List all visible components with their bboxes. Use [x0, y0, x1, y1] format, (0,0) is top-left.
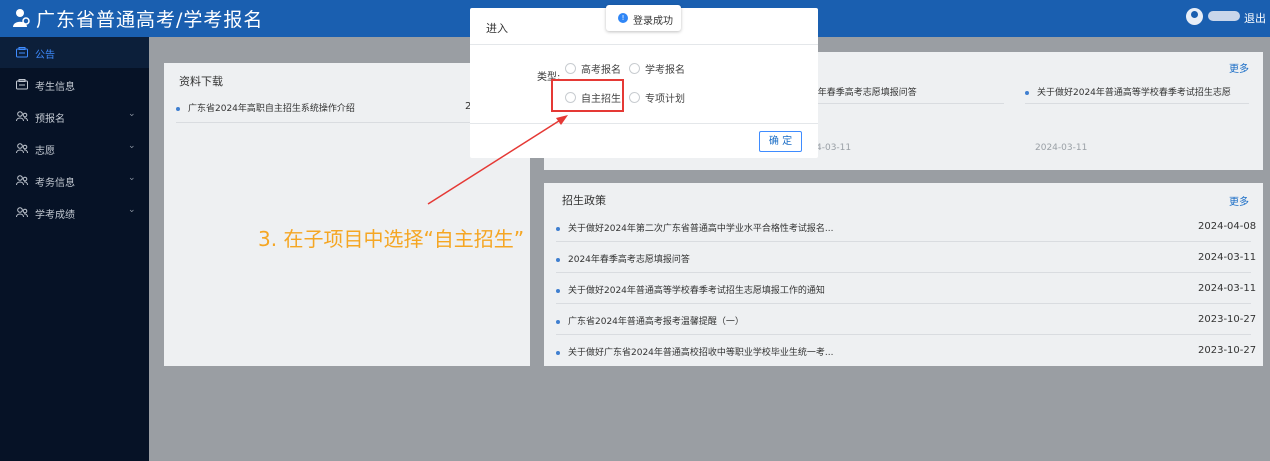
- login-success-toast: ! 登录成功: [606, 5, 681, 31]
- radio-gaokao-registration[interactable]: 高考报名: [565, 61, 625, 76]
- users-icon: [16, 207, 28, 218]
- toast-text: 登录成功: [633, 16, 673, 27]
- sidebar-item-exam-affairs[interactable]: 考务信息 ⌄: [0, 165, 149, 196]
- username: [1208, 11, 1240, 21]
- list-item-date: 4-03-11: [816, 143, 852, 153]
- table-row[interactable]: 关于做好2024年第二次广东省普通高中学业水平合格性考试报名... 2024-0…: [556, 221, 1256, 237]
- radio-circle: [629, 63, 640, 74]
- sidebar-item-label: 预报名: [35, 114, 65, 125]
- table-row[interactable]: 2024年春季高考志愿填报问答 2024-03-11: [556, 252, 1256, 268]
- chevron-down-icon: ⌄: [128, 205, 136, 215]
- list-item-date: 2024-03-11: [1198, 252, 1257, 263]
- sidebar-item-announcement[interactable]: 公告: [0, 37, 149, 68]
- sidebar-item-pre-registration[interactable]: 预报名 ⌄: [0, 101, 149, 132]
- highlight-box: [551, 79, 624, 112]
- radio-label: 专项计划: [645, 94, 685, 105]
- sidebar-item-academic-scores[interactable]: 学考成绩 ⌄: [0, 197, 149, 228]
- list-item-text: 广东省2024年高职自主招生系统操作介绍: [188, 104, 355, 114]
- list-item-date: 2023-10-27: [1198, 314, 1257, 325]
- more-link[interactable]: 更多: [1229, 193, 1249, 208]
- dialog-title: 进入: [486, 22, 508, 35]
- user-logo-icon: [13, 9, 30, 27]
- radio-label: 学考报名: [645, 65, 685, 76]
- table-row[interactable]: 关于做好2024年普通高等学校春季考试招生志愿填报工作的通知 2024-03-1…: [556, 283, 1256, 299]
- table-row[interactable]: 广东省2024年普通高考报考温馨提醒（一） 2023-10-27: [556, 314, 1256, 330]
- list-item-text: 关于做好2024年第二次广东省普通高中学业水平合格性考试报名...: [568, 224, 834, 234]
- sidebar-item-label: 考生信息: [35, 82, 75, 93]
- radio-label: 高考报名: [581, 65, 621, 76]
- logout-button[interactable]: 退出: [1244, 10, 1266, 26]
- list-item-text: 4年春季高考志愿填报问答: [812, 88, 917, 98]
- chevron-down-icon: ⌄: [128, 173, 136, 183]
- sidebar-item-label: 公告: [35, 50, 55, 61]
- list-item[interactable]: 关于做好2024年普通高等学校春季考试招生志愿: [1025, 85, 1255, 101]
- radio-circle: [629, 92, 640, 103]
- users-icon: [16, 143, 28, 154]
- instruction-text: 3. 在子项目中选择“自主招生”: [258, 227, 525, 251]
- chevron-down-icon: ⌄: [128, 141, 136, 151]
- list-item-date: 2024-03-11: [1035, 143, 1088, 153]
- list-item[interactable]: 4年春季高考志愿填报问答: [812, 85, 1012, 101]
- policy-card: 招生政策 更多 关于做好2024年第二次广东省普通高中学业水平合格性考试报名..…: [544, 183, 1263, 366]
- list-item-date: 2023-10-27: [1198, 345, 1257, 356]
- users-icon: [16, 175, 28, 186]
- downloads-title: 资料下载: [179, 75, 223, 88]
- list-item-text: 关于做好2024年普通高等学校春季考试招生志愿: [1037, 88, 1231, 98]
- id-card-icon: [16, 79, 28, 90]
- sidebar: 公告 考生信息 预报名 ⌄ 志愿 ⌄ 考务信息 ⌄ 学考成绩 ⌄: [0, 37, 149, 461]
- info-icon: !: [618, 13, 628, 23]
- user-avatar-icon[interactable]: [1186, 8, 1203, 25]
- chevron-down-icon: ⌄: [128, 109, 136, 119]
- announcement-icon: [16, 47, 28, 58]
- list-item-text: 2024年春季高考志愿填报问答: [568, 255, 690, 265]
- list-item-date: 2024-03-11: [1198, 283, 1257, 294]
- list-item-text: 关于做好2024年普通高等学校春季考试招生志愿填报工作的通知: [568, 286, 825, 296]
- list-item-date: 2024-04-08: [1198, 221, 1257, 232]
- confirm-button[interactable]: 确 定: [759, 131, 802, 152]
- radio-circle: [565, 63, 576, 74]
- policy-title: 招生政策: [562, 194, 606, 207]
- app-title: 广东省普通高考/学考报名: [36, 9, 264, 31]
- radio-special-program[interactable]: 专项计划: [629, 90, 689, 105]
- list-item-text: 关于做好广东省2024年普通高校招收中等职业学校毕业生统一考...: [568, 348, 834, 358]
- sidebar-item-student-info[interactable]: 考生信息: [0, 69, 149, 100]
- radio-xuekao-registration[interactable]: 学考报名: [629, 61, 689, 76]
- sidebar-item-label: 考务信息: [35, 178, 75, 189]
- table-row[interactable]: 关于做好广东省2024年普通高校招收中等职业学校毕业生统一考... 2023-1…: [556, 345, 1256, 361]
- more-link[interactable]: 更多: [1229, 60, 1249, 75]
- users-icon: [16, 111, 28, 122]
- sidebar-item-label: 学考成绩: [35, 210, 75, 221]
- sidebar-item-volunteer[interactable]: 志愿 ⌄: [0, 133, 149, 164]
- sidebar-item-label: 志愿: [35, 146, 55, 157]
- list-item-text: 广东省2024年普通高考报考温馨提醒（一）: [568, 317, 744, 327]
